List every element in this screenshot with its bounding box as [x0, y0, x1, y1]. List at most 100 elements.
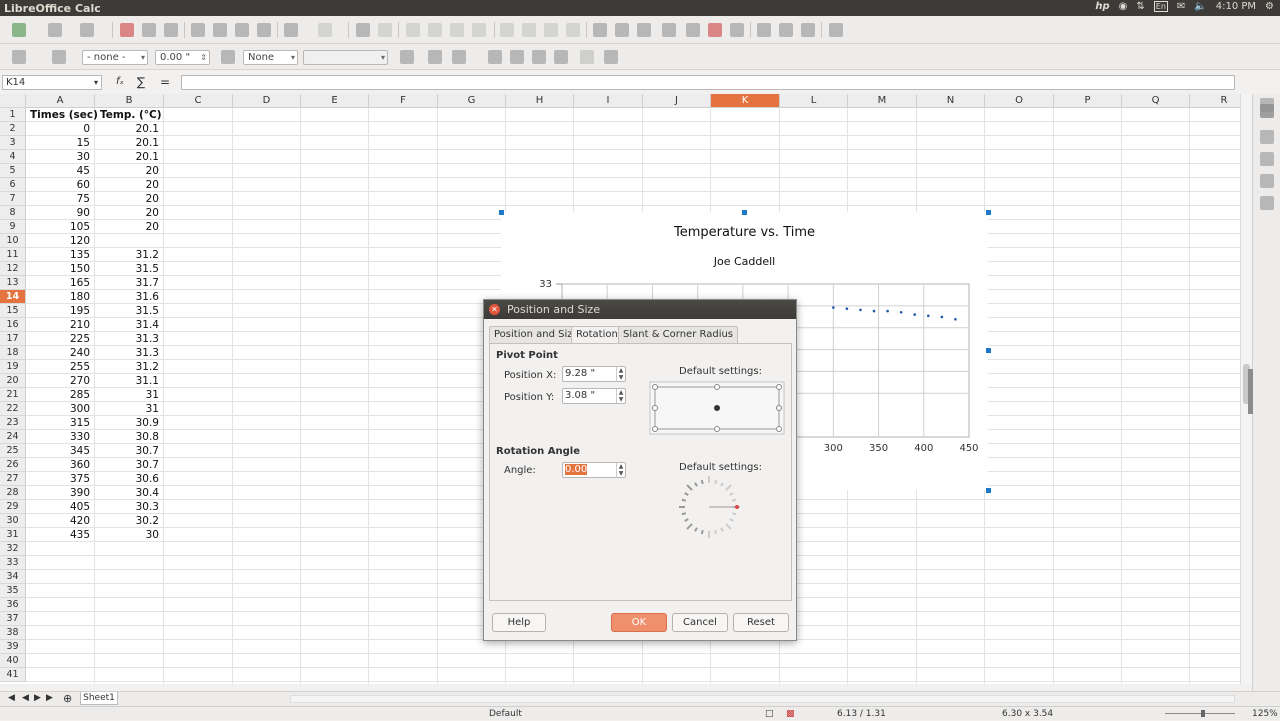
cell-b12[interactable]: 31.5 — [95, 262, 159, 276]
prev-sheet-button[interactable]: ◀ — [22, 693, 29, 703]
cell-b11[interactable]: 31.2 — [95, 248, 159, 262]
row-header-33[interactable]: 33 — [0, 556, 26, 570]
align-objects-icon[interactable] — [452, 50, 466, 64]
cell-b6[interactable]: 20 — [95, 178, 159, 192]
cell-b18[interactable]: 31.3 — [95, 346, 159, 360]
properties-icon[interactable] — [1260, 104, 1274, 118]
row-header-14[interactable]: 14 — [0, 290, 26, 304]
cell-a22[interactable]: 300 — [26, 402, 90, 416]
row-header-4[interactable]: 4 — [0, 150, 26, 164]
autofilter-icon[interactable] — [566, 23, 580, 37]
row-header-5[interactable]: 5 — [0, 164, 26, 178]
undo-icon[interactable] — [284, 23, 298, 37]
cell-a20[interactable]: 270 — [26, 374, 90, 388]
row-header-19[interactable]: 19 — [0, 360, 26, 374]
last-sheet-button[interactable]: ▶ — [46, 693, 53, 703]
cancel-button[interactable]: Cancel — [672, 613, 728, 632]
anchor-icon[interactable] — [400, 50, 414, 64]
send-backward-icon[interactable] — [554, 50, 568, 64]
cell-b8[interactable]: 20 — [95, 206, 159, 220]
chart-handle-br[interactable] — [986, 488, 991, 493]
row-header-16[interactable]: 16 — [0, 318, 26, 332]
cell-a27[interactable]: 375 — [26, 472, 90, 486]
chart-icon[interactable] — [615, 23, 629, 37]
cell-a14[interactable]: 180 — [26, 290, 90, 304]
copy-icon[interactable] — [213, 23, 227, 37]
cell-a12[interactable]: 150 — [26, 262, 90, 276]
clock[interactable]: 4:10 PM — [1216, 1, 1256, 12]
row-header-13[interactable]: 13 — [0, 276, 26, 290]
cell-a30[interactable]: 420 — [26, 514, 90, 528]
page-style[interactable]: Default — [489, 708, 522, 721]
pivot-table-icon[interactable] — [637, 23, 651, 37]
functions-icon[interactable] — [1260, 196, 1274, 210]
image-icon[interactable] — [593, 23, 607, 37]
row-header-38[interactable]: 38 — [0, 626, 26, 640]
row-header-22[interactable]: 22 — [0, 402, 26, 416]
row-header-21[interactable]: 21 — [0, 388, 26, 402]
freeze-rows-icon[interactable] — [779, 23, 793, 37]
hp-icon[interactable]: hp — [1095, 1, 1109, 12]
power-icon[interactable]: ⚙ — [1265, 1, 1274, 12]
row-header-24[interactable]: 24 — [0, 430, 26, 444]
cell-b31[interactable]: 30 — [95, 528, 159, 542]
position-y-field[interactable]: 3.08 " ▲ ▼ — [562, 388, 626, 404]
column-header-k[interactable]: K — [711, 94, 780, 108]
reset-button[interactable]: Reset — [733, 613, 789, 632]
sort-icon[interactable] — [500, 23, 514, 37]
row-header-39[interactable]: 39 — [0, 640, 26, 654]
cell-a18[interactable]: 240 — [26, 346, 90, 360]
close-icon[interactable]: ✕ — [489, 304, 500, 315]
bring-forward-icon[interactable] — [532, 50, 546, 64]
cell-b23[interactable]: 30.9 — [95, 416, 159, 430]
to-background-icon[interactable] — [510, 50, 524, 64]
row-header-18[interactable]: 18 — [0, 346, 26, 360]
row-header-28[interactable]: 28 — [0, 486, 26, 500]
sort-asc-icon[interactable] — [522, 23, 536, 37]
chart-handle-tc[interactable] — [742, 210, 747, 215]
horizontal-scrollbar[interactable] — [290, 695, 1235, 703]
arrange-icon[interactable] — [580, 50, 594, 64]
export-pdf-icon[interactable] — [120, 23, 134, 37]
tab-rotation[interactable]: Rotation — [571, 326, 623, 343]
cell-b13[interactable]: 31.7 — [95, 276, 159, 290]
cell-a3[interactable]: 15 — [26, 136, 90, 150]
cell-a26[interactable]: 360 — [26, 458, 90, 472]
cell-a25[interactable]: 345 — [26, 444, 90, 458]
column-header-j[interactable]: J — [643, 94, 711, 108]
distribute-icon[interactable] — [604, 50, 618, 64]
row-header-41[interactable]: 41 — [0, 668, 26, 682]
hyperlink-icon[interactable] — [686, 23, 700, 37]
row-header-8[interactable]: 8 — [0, 206, 26, 220]
cell-b9[interactable]: 20 — [95, 220, 159, 234]
line-style-select[interactable]: - none - ▾ — [82, 50, 148, 65]
comment-icon[interactable] — [708, 23, 722, 37]
area-fill-select[interactable]: ▾ — [303, 50, 388, 65]
column-header-q[interactable]: Q — [1122, 94, 1190, 108]
split-window-icon[interactable] — [801, 23, 815, 37]
line-width-field[interactable]: 0.00 " ⇕ — [155, 50, 210, 65]
cell-a28[interactable]: 390 — [26, 486, 90, 500]
network-icon[interactable]: ⇅ — [1136, 1, 1144, 12]
chart-handle-mr[interactable] — [986, 348, 991, 353]
row-header-6[interactable]: 6 — [0, 178, 26, 192]
freeze-icon[interactable] — [472, 23, 486, 37]
cell-b21[interactable]: 31 — [95, 388, 159, 402]
sum-icon[interactable]: ∑ — [137, 75, 145, 89]
cell-a24[interactable]: 330 — [26, 430, 90, 444]
cell-a15[interactable]: 195 — [26, 304, 90, 318]
row-header-1[interactable]: 1 — [0, 108, 26, 122]
cell-a16[interactable]: 210 — [26, 318, 90, 332]
doc-modified-icon[interactable]: ▩ — [786, 708, 795, 721]
print-icon[interactable] — [142, 23, 156, 37]
column-header-f[interactable]: F — [369, 94, 438, 108]
column-header-d[interactable]: D — [233, 94, 301, 108]
column-header-p[interactable]: P — [1054, 94, 1122, 108]
formula-icon[interactable]: = — [160, 75, 170, 89]
zoom-slider-thumb[interactable] — [1201, 710, 1205, 717]
column-header-n[interactable]: N — [917, 94, 985, 108]
row-header-40[interactable]: 40 — [0, 654, 26, 668]
cell-b14[interactable]: 31.6 — [95, 290, 159, 304]
cell-a31[interactable]: 435 — [26, 528, 90, 542]
ok-button[interactable]: OK — [611, 613, 667, 632]
